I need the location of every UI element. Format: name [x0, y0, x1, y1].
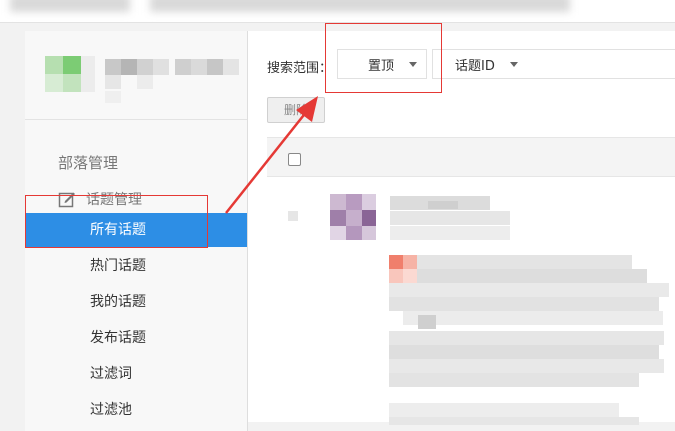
- delete-button[interactable]: 删除: [267, 97, 325, 123]
- chevron-down-icon: [409, 62, 417, 67]
- scope-select[interactable]: 置顶: [337, 49, 427, 79]
- brand-area: [25, 31, 247, 120]
- logo-pixel: [45, 74, 63, 92]
- edit-icon: [58, 192, 75, 208]
- select-all-checkbox[interactable]: [288, 153, 301, 166]
- field-select-value: 话题ID: [455, 58, 495, 74]
- logo-pixel: [45, 56, 63, 74]
- top-bar: [0, 0, 675, 23]
- menu-item-filter-words[interactable]: 过滤词: [25, 357, 247, 391]
- scope-select-value: 置顶: [368, 58, 395, 74]
- menu-item-my-topics[interactable]: 我的话题: [25, 285, 247, 319]
- name-pixel: [223, 59, 239, 75]
- table-header: [267, 137, 675, 177]
- blurred-text: [150, 0, 570, 12]
- name-pixel: [207, 59, 223, 75]
- menu-item-all-topics[interactable]: 所有话题: [25, 213, 247, 247]
- logo-pixel: [63, 56, 81, 74]
- name-pixel: [153, 59, 169, 75]
- name-pixel: [175, 59, 191, 75]
- name-pixel: [137, 75, 153, 89]
- search-scope-label: 搜索范围：: [267, 61, 333, 76]
- sidebar: 部落管理 话题管理 所有话题 热门话题 我的话题 发布话题 过滤词 过滤池: [25, 31, 248, 431]
- name-pixel: [121, 59, 137, 75]
- name-pixel: [105, 59, 121, 75]
- menu-item-hot-topics[interactable]: 热门话题: [25, 249, 247, 283]
- topic-management-group[interactable]: 话题管理: [58, 189, 142, 209]
- name-pixel: [191, 59, 207, 75]
- main-content: 搜索范围： 置顶 话题ID 删除: [248, 31, 675, 425]
- section-title: 部落管理: [58, 154, 119, 172]
- group-label: 话题管理: [86, 192, 142, 208]
- blurred-text: [10, 0, 130, 12]
- name-pixel: [137, 59, 153, 75]
- menu-item-publish-topic[interactable]: 发布话题: [25, 321, 247, 355]
- logo-pixel: [81, 56, 95, 92]
- field-select[interactable]: 话题ID: [432, 49, 675, 79]
- logo-pixel: [63, 74, 81, 92]
- chevron-down-icon: [510, 62, 518, 67]
- name-pixel: [105, 75, 121, 89]
- name-pixel: [105, 91, 121, 103]
